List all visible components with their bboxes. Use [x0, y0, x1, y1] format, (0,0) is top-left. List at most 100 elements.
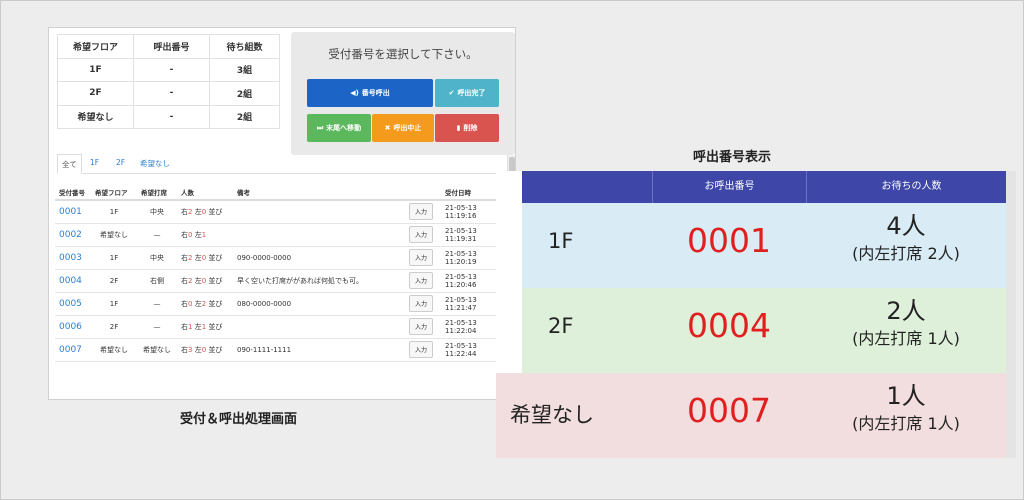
- row-seat: —: [137, 292, 177, 316]
- input-button[interactable]: 入力: [408, 249, 433, 266]
- display-waiting-count: 4人: [886, 212, 926, 240]
- row-note: 090-1111-1111: [233, 338, 401, 362]
- display-header-call-number: お呼出番号: [652, 171, 806, 203]
- select-number-message: 受付番号を選択して下さい。: [328, 47, 478, 61]
- summary-header-row: 希望フロア 呼出番号 待ち組数: [57, 34, 280, 59]
- row-floor: 希望なし: [91, 338, 137, 362]
- people-right-label: 右: [181, 253, 188, 262]
- input-button[interactable]: 入力: [408, 203, 433, 221]
- list-header-number: 受付番号: [55, 184, 91, 201]
- table-row[interactable]: 0005 1F — 右0 左2 並び 080-0000-0000 入力 21-05-13 1…: [55, 292, 507, 316]
- summary-call-number: -: [133, 104, 210, 129]
- people-left-count: 1: [201, 230, 207, 239]
- display-row: 1F 0001 4人 (内左打席 2人): [522, 203, 1006, 288]
- row-note: [233, 200, 401, 224]
- row-seat: —: [137, 223, 177, 247]
- delete-label: 削除: [463, 124, 478, 132]
- display-waiting-detail: (内左打席 2人): [852, 244, 960, 263]
- list-header-note: 備考: [233, 184, 401, 201]
- reception-number-link[interactable]: 0006: [55, 315, 91, 339]
- display-scrollbar[interactable]: [1006, 171, 1016, 458]
- reception-number-link[interactable]: 0005: [55, 292, 91, 316]
- people-left-label: 左: [192, 207, 202, 216]
- reception-number-link[interactable]: 0007: [55, 338, 91, 362]
- reception-number-link[interactable]: 0001: [55, 200, 91, 224]
- row-action: 入力: [401, 292, 441, 316]
- row-note: 080-0000-0000: [233, 292, 401, 316]
- summary-floor: 1F: [57, 57, 134, 82]
- input-button[interactable]: 入力: [408, 272, 433, 289]
- input-button[interactable]: 入力: [408, 226, 433, 243]
- display-waiting: 4人 (内左打席 2人): [806, 211, 1006, 267]
- people-right-label: 右: [181, 207, 188, 216]
- row-seat: —: [137, 315, 177, 339]
- display-waiting-detail: (内左打席 1人): [852, 414, 960, 433]
- row-note: [233, 315, 401, 339]
- row-note: 090-0000-0000: [233, 246, 401, 270]
- people-left-label: 左: [192, 345, 202, 354]
- row-floor: 1F: [91, 246, 137, 270]
- row-people: 右2 左0 並び: [177, 246, 233, 270]
- people-right-label: 右: [181, 276, 188, 285]
- table-row[interactable]: 0006 2F — 右1 左1 並び 入力 21-05-13 11:22:04: [55, 315, 507, 339]
- move-to-end-label: 末尾へ移動: [326, 124, 362, 132]
- table-row[interactable]: 0002 希望なし — 右0 左1 入力 21-05-13 11:19:31: [55, 223, 507, 247]
- row-people: 右1 左1 並び: [177, 315, 233, 339]
- summary-row: 希望なし - 2組: [57, 104, 280, 129]
- move-to-end-button[interactable]: ⏭ 末尾へ移動: [307, 114, 371, 142]
- display-screen-caption: 呼出番号表示: [693, 150, 772, 165]
- reception-number-link[interactable]: 0004: [55, 269, 91, 293]
- call-number-button[interactable]: ◀) 番号呼出: [307, 79, 433, 107]
- reception-number-link[interactable]: 0002: [55, 223, 91, 247]
- people-arrangement: 並び: [206, 276, 223, 285]
- row-action: 入力: [401, 200, 441, 224]
- display-floor: 1F: [548, 229, 574, 253]
- input-button[interactable]: 入力: [408, 295, 433, 312]
- delete-button[interactable]: ▮ 削除: [435, 114, 499, 142]
- table-row[interactable]: 0007 希望なし 希望なし 右3 左0 並び 090-1111-1111 入力 21-05…: [55, 338, 507, 362]
- table-row[interactable]: 0001 1F 中央 右2 左0 並び 入力 21-05-13 11:19:16: [55, 200, 507, 224]
- people-arrangement: 並び: [206, 253, 223, 262]
- reception-screen-caption: 受付＆呼出処理画面: [180, 412, 298, 427]
- tab-no-preference[interactable]: 希望なし: [140, 158, 170, 169]
- table-row[interactable]: 0004 2F 右側 右2 左0 並び 早く空いた打席ががあれば何処でも可。 入力 21-0…: [55, 269, 507, 293]
- summary-row: 1F - 3組: [57, 57, 280, 82]
- summary-waiting-groups: 2組: [209, 104, 280, 129]
- list-header-floor: 希望フロア: [91, 184, 137, 201]
- input-button[interactable]: 入力: [408, 318, 433, 335]
- call-complete-button[interactable]: ✔ 呼出完了: [435, 79, 499, 107]
- people-left-label: 左: [192, 322, 202, 331]
- row-floor: 1F: [91, 292, 137, 316]
- display-floor: 希望なし: [510, 403, 594, 427]
- row-action: 入力: [401, 246, 441, 270]
- reception-list-body: 0001 1F 中央 右2 左0 並び 入力 21-05-13 11:19:16 0002 希…: [55, 200, 507, 362]
- call-cancel-button[interactable]: ✖ 呼出中止: [372, 114, 434, 142]
- row-note: [233, 223, 401, 247]
- reception-number-link[interactable]: 0003: [55, 246, 91, 270]
- call-number-label: 番号呼出: [361, 89, 390, 97]
- row-seat: 中央: [137, 246, 177, 270]
- tab-all[interactable]: 全て: [57, 154, 82, 174]
- table-row[interactable]: 0003 1F 中央 右2 左0 並び 090-0000-0000 入力 21-05-13 …: [55, 246, 507, 270]
- row-people: 右0 左1: [177, 223, 233, 247]
- summary-header-waiting-groups: 待ち組数: [209, 34, 280, 59]
- tab-1f[interactable]: 1F: [90, 158, 99, 167]
- tab-2f[interactable]: 2F: [116, 158, 125, 167]
- people-left-label: 左: [192, 253, 202, 262]
- row-action: 入力: [401, 315, 441, 339]
- summary-header-call-number: 呼出番号: [133, 34, 210, 59]
- display-waiting-detail: (内左打席 1人): [852, 329, 960, 348]
- row-action: 入力: [401, 338, 441, 362]
- people-arrangement: 並び: [206, 299, 223, 308]
- summary-call-number: -: [133, 57, 210, 82]
- display-waiting-count: 1人: [886, 382, 926, 410]
- summary-floor: 2F: [57, 81, 134, 106]
- list-header-people: 人数: [177, 184, 233, 201]
- row-seat: 中央: [137, 200, 177, 224]
- list-header-seat: 希望打席: [137, 184, 177, 201]
- summary-waiting-groups: 2組: [209, 81, 280, 106]
- input-button[interactable]: 入力: [408, 341, 433, 358]
- call-complete-label: 呼出完了: [457, 89, 486, 97]
- row-people: 右3 左0 並び: [177, 338, 233, 362]
- row-people: 右2 左0 並び: [177, 269, 233, 293]
